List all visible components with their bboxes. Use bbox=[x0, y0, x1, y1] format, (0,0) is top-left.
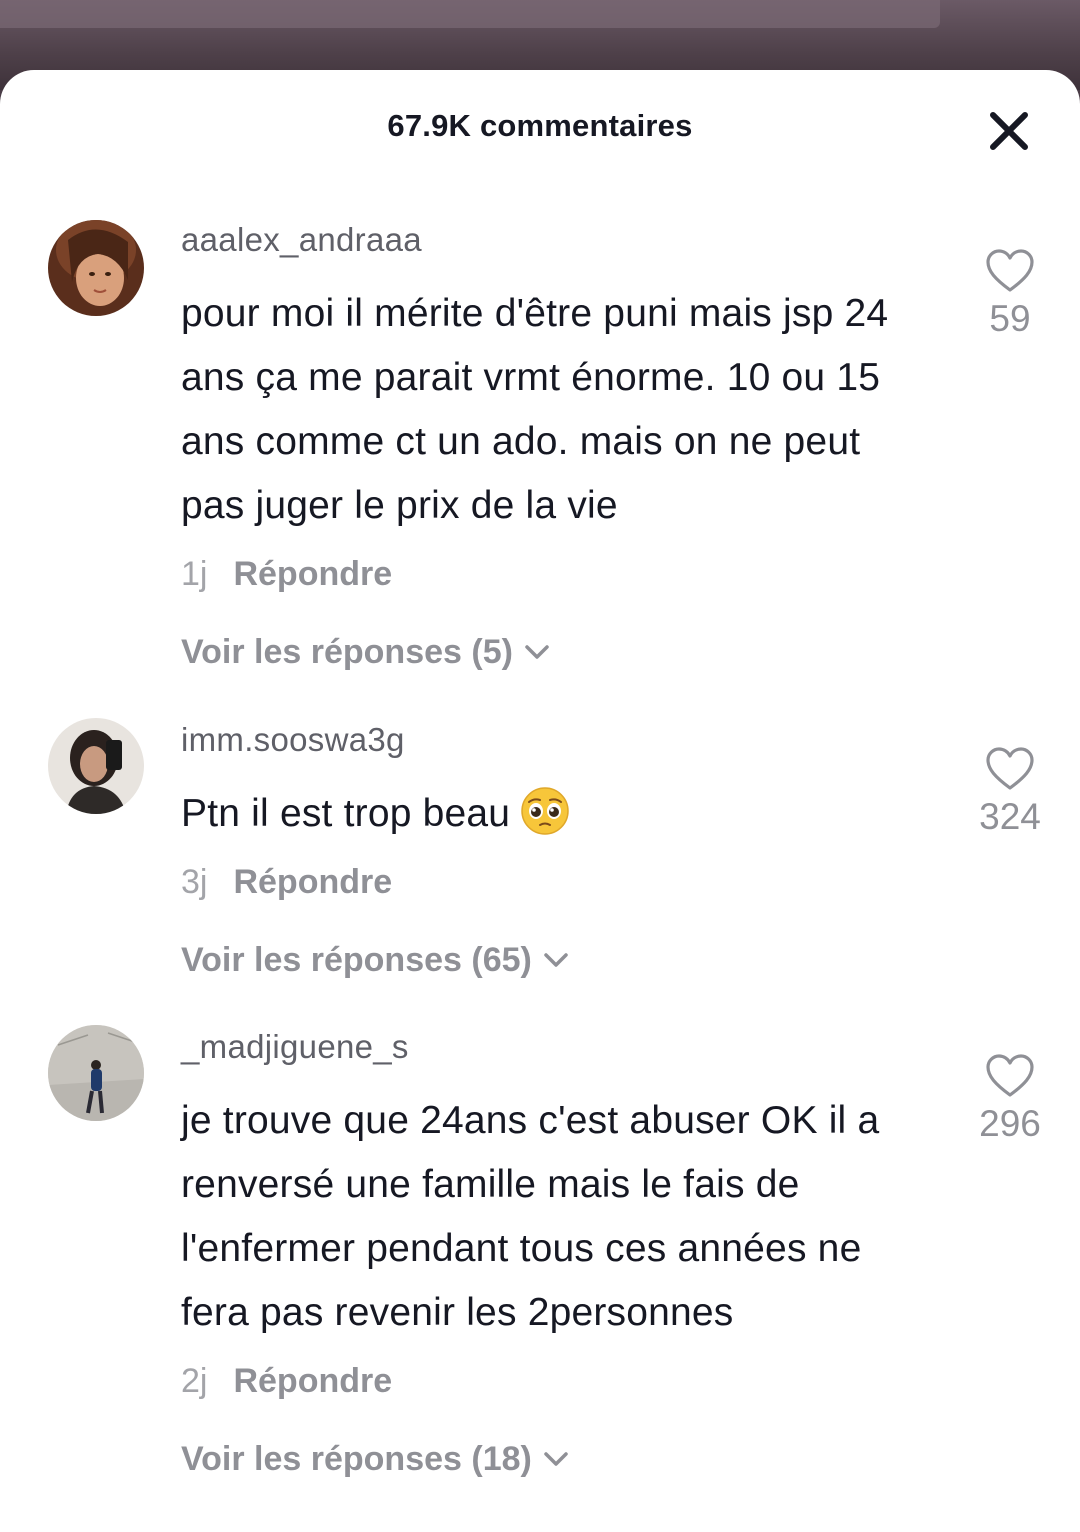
avatar[interactable] bbox=[48, 220, 144, 316]
avatar[interactable] bbox=[48, 1025, 144, 1121]
view-replies-button[interactable]: Voir les réponses (5) bbox=[181, 630, 555, 674]
view-replies-button[interactable]: Voir les réponses (18) bbox=[181, 1437, 574, 1481]
view-replies-label: Voir les réponses (18) bbox=[181, 1440, 532, 1478]
comment-username[interactable]: imm.sooswa3g bbox=[181, 718, 941, 762]
comment-text: pour moi il mérite d'être puni mais jsp … bbox=[181, 292, 889, 527]
like-count: 324 bbox=[979, 796, 1041, 837]
comment-time: 2j bbox=[181, 1362, 208, 1400]
comment-meta: 3j Répondre bbox=[181, 860, 941, 904]
comment-text-content: Ptn il est trop beau bbox=[181, 792, 511, 835]
chevron-down-icon bbox=[519, 634, 555, 670]
comments-header: 67.9K commentaires bbox=[0, 70, 1080, 188]
comments-count-title: 67.9K commentaires bbox=[387, 108, 693, 143]
comment-text: Ptn il est trop beau bbox=[181, 782, 921, 846]
chevron-down-icon bbox=[538, 942, 574, 978]
pleading-face-emoji bbox=[520, 786, 570, 836]
like-section: 296 bbox=[978, 1053, 1042, 1145]
view-replies-label: Voir les réponses (5) bbox=[181, 633, 513, 671]
heart-icon[interactable] bbox=[985, 248, 1035, 294]
comment-meta: 2j Répondre bbox=[181, 1359, 941, 1403]
comment-time: 1j bbox=[181, 555, 208, 593]
close-icon[interactable] bbox=[986, 108, 1032, 154]
comment-username[interactable]: aaalex_andraaa bbox=[181, 218, 941, 262]
avatar[interactable] bbox=[48, 718, 144, 814]
like-count: 59 bbox=[989, 298, 1031, 339]
reply-button[interactable]: Répondre bbox=[233, 863, 392, 901]
reply-button[interactable]: Répondre bbox=[233, 555, 392, 593]
comment-body: _madjiguene_s je trouve que 24ans c'est … bbox=[181, 1025, 941, 1481]
heart-icon[interactable] bbox=[985, 1053, 1035, 1099]
reply-button[interactable]: Répondre bbox=[233, 1362, 392, 1400]
view-replies-label: Voir les réponses (65) bbox=[181, 941, 532, 979]
comment-meta: 1j Répondre bbox=[181, 552, 941, 596]
comment-body: imm.sooswa3g Ptn il est trop beau 3j Répo… bbox=[181, 718, 941, 982]
comments-sheet: 67.9K commentaires aaalex_andraaa pour m… bbox=[0, 70, 1080, 1532]
like-section: 324 bbox=[978, 746, 1042, 838]
comment-time: 3j bbox=[181, 863, 208, 901]
heart-icon[interactable] bbox=[985, 746, 1035, 792]
backdrop-bar bbox=[0, 0, 940, 28]
like-section: 59 bbox=[978, 248, 1042, 340]
comment-body: aaalex_andraaa pour moi il mérite d'être… bbox=[181, 218, 941, 674]
chevron-down-icon bbox=[538, 1441, 574, 1477]
comment-text: je trouve que 24ans c'est abuser OK il a… bbox=[181, 1099, 880, 1334]
comment-username[interactable]: _madjiguene_s bbox=[181, 1025, 941, 1069]
like-count: 296 bbox=[979, 1103, 1041, 1144]
view-replies-button[interactable]: Voir les réponses (65) bbox=[181, 938, 574, 982]
